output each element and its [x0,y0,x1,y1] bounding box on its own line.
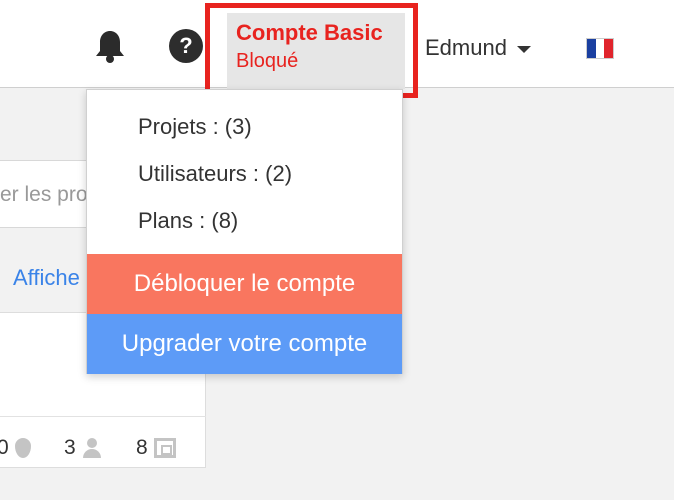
card-stat-users: 3 [64,436,102,460]
user-icon [82,438,102,458]
dropdown-item-projects[interactable]: Projets : (3) [138,114,252,140]
stat-value: 8 [136,436,148,459]
search-input-placeholder[interactable]: er les pro [0,183,100,207]
france-flag-icon[interactable] [586,38,614,59]
user-menu[interactable]: Edmund [425,33,531,63]
plan-icon [153,438,176,458]
stat-value: 3 [64,436,76,459]
bell-icon[interactable] [93,29,127,63]
card-divider [0,416,206,417]
account-highlight-box [205,3,418,98]
pin-icon [14,438,31,458]
account-dropdown: Projets : (3) Utilisateurs : (2) Plans :… [86,89,403,374]
upgrade-account-button[interactable]: Upgrader votre compte [87,314,402,374]
card-stat-plans: 8 [136,436,176,460]
help-glyph: ? [169,29,203,63]
stat-value: 0 [0,436,9,459]
caret-down-icon [516,46,531,53]
show-link[interactable]: Affiche [13,265,93,291]
card-stat-pins: 0 [0,436,31,460]
user-name: Edmund [425,35,507,60]
unlock-account-button[interactable]: Débloquer le compte [87,254,402,314]
dropdown-item-plans[interactable]: Plans : (8) [138,208,238,234]
help-icon[interactable]: ? [169,29,203,63]
dropdown-item-users[interactable]: Utilisateurs : (2) [138,161,292,187]
